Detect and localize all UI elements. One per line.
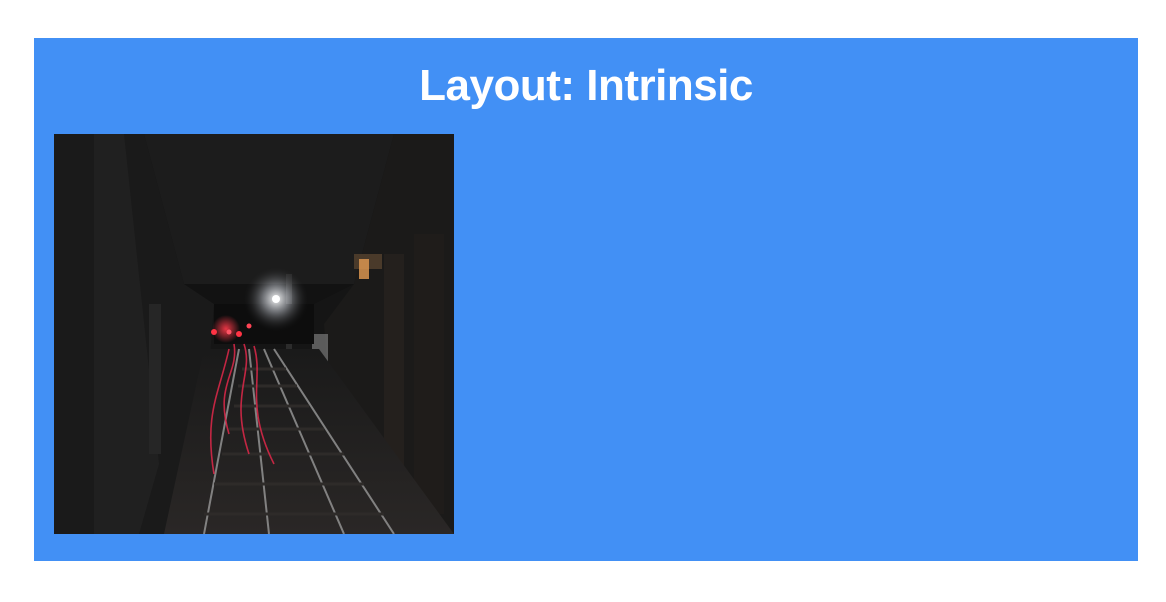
tunnel-railway-photo bbox=[54, 134, 454, 534]
tunnel-railway-illustration bbox=[54, 134, 454, 534]
page-title: Layout: Intrinsic bbox=[419, 61, 753, 110]
layout-panel: Layout: Intrinsic bbox=[34, 38, 1138, 561]
